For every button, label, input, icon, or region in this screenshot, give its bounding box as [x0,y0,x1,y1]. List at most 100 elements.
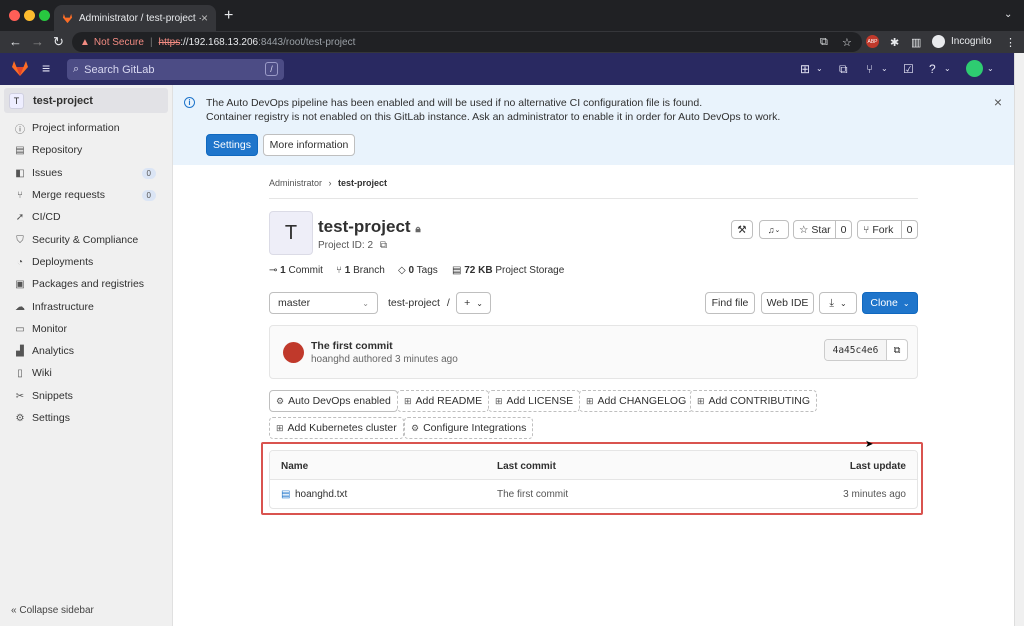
wrench-icon[interactable]: ⚒ [731,220,753,239]
commits-label: Commit [288,265,323,276]
divider [269,198,918,199]
repo-path[interactable]: test-project [388,297,440,309]
sidebar-item-wiki[interactable]: ▯ Wiki [0,362,170,384]
fork-icon: ⑂ [863,223,870,236]
sidebar-item-monitor[interactable]: ▭ Monitor [0,318,170,340]
sidebar-project-header[interactable]: T test-project [4,88,168,113]
sidebar-item-settings[interactable]: ⚙ Settings [0,407,170,429]
auto-devops-enabled-button[interactable]: ⚙ Auto DevOps enabled [269,390,398,412]
storage-stat[interactable]: ▤ 72 KB Project Storage [452,265,564,276]
copy-icon[interactable]: ⧉ [380,240,387,251]
new-tab-button[interactable]: + [224,7,233,25]
notification-bell-dropdown[interactable]: ♫ ⌄ [759,220,789,239]
web-ide-button[interactable]: Web IDE [761,292,814,314]
sidebar-item-security[interactable]: ⛉ Security & Compliance [0,229,170,251]
chart-icon: ▟ [16,345,24,357]
sidebar-item-packages[interactable]: ▣ Packages and registries [0,273,170,295]
chevron-down-icon[interactable]: ⌄ [881,64,888,73]
url-host: ://192.168.13.206 [180,36,259,48]
page-scrollbar[interactable] [1014,53,1024,626]
close-window-icon[interactable] [9,10,20,21]
branch-selector[interactable]: master ⌄ [269,292,378,314]
sidebar-item-merge-requests[interactable]: ⑂ Merge requests 0 [0,184,170,206]
sidebar-item-ci-cd[interactable]: ➚ CI/CD [0,206,170,228]
translate-icon[interactable]: ⧉ [820,36,828,49]
sidepanel-icon[interactable]: ▥ [911,36,921,49]
create-new-icon[interactable]: ⊞ [800,62,810,76]
adblock-icon[interactable]: ABP [866,35,879,48]
issues-icon[interactable]: ⧉ [839,62,848,77]
add-contributing-button[interactable]: ⊞ Add CONTRIBUTING [690,390,818,412]
branches-stat[interactable]: ⑂ 1 Branch [336,265,385,276]
sidebar-item-snippets[interactable]: ✂ Snippets [0,385,170,407]
reload-icon[interactable]: ↻ [53,34,64,50]
settings-button[interactable]: Settings [206,134,258,156]
sidebar-item-deployments[interactable]: ◔ Deployments [0,251,170,273]
avatar[interactable] [283,342,304,363]
sidebar-item-infrastructure[interactable]: ☁ Infrastructure [0,296,170,318]
sidebar-item-repository[interactable]: ▤ Repository [0,139,170,161]
breadcrumb-current[interactable]: test-project [338,178,387,188]
download-dropdown[interactable]: ⤓ ⌄ [819,292,857,314]
gitlab-logo-icon[interactable] [11,60,29,77]
extensions-icon[interactable]: ✱ [890,36,899,49]
tab-close-icon[interactable]: × [201,11,208,25]
find-file-button[interactable]: Find file [705,292,755,314]
breadcrumb-parent[interactable]: Administrator [269,178,322,188]
doc-icon: ▤ [15,144,25,156]
commit-author[interactable]: hoanghd [311,354,350,365]
chevron-down-icon: ⌄ [476,298,483,308]
search-input[interactable]: ⌕ Search GitLab / [67,59,284,80]
chevron-down-icon[interactable]: ⌄ [944,64,951,73]
minimize-window-icon[interactable] [24,10,35,21]
collapse-sidebar-button[interactable]: « Collapse sidebar [11,605,94,616]
quick-action-label: Add CONTRIBUTING [708,395,811,407]
add-changelog-button[interactable]: ⊞ Add CHANGELOG [579,390,694,412]
commit-authored: authored 3 minutes ago [352,354,458,365]
commit-title[interactable]: The first commit [311,340,393,352]
rocket-icon: ➚ [15,211,25,223]
tags-stat[interactable]: ◇ 0 Tags [398,265,438,276]
warning-icon: ▲ [80,36,90,48]
add-kubernetes-cluster-button[interactable]: ⊞ Add Kubernetes cluster [269,417,404,439]
clone-button[interactable]: Clone ⌄ [862,292,918,314]
forward-icon[interactable]: → [31,34,44,49]
help-icon[interactable]: ? [929,62,936,76]
count-badge: 0 [141,167,156,179]
star-count: 0 [835,221,851,238]
add-license-button[interactable]: ⊞ Add LICENSE [488,390,581,412]
add-readme-button[interactable]: ⊞ Add README [397,390,490,412]
maximize-window-icon[interactable] [39,10,50,21]
url-scheme: https [158,36,181,48]
sidebar-item-issues[interactable]: ◧ Issues 0 [0,162,170,184]
sidebar-item-project-information[interactable]: ⓘ Project information [0,117,170,139]
fork-button[interactable]: ⑂ Fork 0 [857,220,918,239]
chevron-down-icon[interactable]: ⌄ [987,64,994,73]
book-icon: ▯ [17,367,23,379]
menu-kebab-icon[interactable]: ⋮ [1005,36,1016,49]
browser-tab[interactable]: Administrator / test-project · G × [54,5,216,31]
merge-requests-icon[interactable]: ⑂ [866,62,873,76]
tags-count: 0 [408,265,415,276]
commits-stat[interactable]: ⊸ 1 Commit [269,265,323,276]
sidebar-item-analytics[interactable]: ▟ Analytics [0,340,170,362]
bookmark-star-icon[interactable]: ☆ [842,36,852,49]
add-to-tree-dropdown[interactable]: + ⌄ [456,292,491,314]
hamburger-menu-icon[interactable]: ≡ [42,60,50,76]
copy-sha-icon[interactable]: ⧉ [886,340,907,360]
todo-icon[interactable]: ☑ [903,62,914,76]
chevron-down-icon[interactable]: ⌄ [816,64,823,73]
sidebar-item-label: CI/CD [32,211,61,223]
configure-integrations-button[interactable]: ⚙ Configure Integrations [404,417,534,439]
last-commit-panel: The first commit hoanghd authored 3 minu… [269,325,918,379]
back-icon[interactable]: ← [9,34,22,49]
address-bar[interactable]: ▲ Not Secure | https ://192.168.13.206 :… [72,32,862,52]
close-icon[interactable]: × [994,94,1002,110]
storage-size: 72 KB [464,265,493,276]
user-avatar[interactable] [966,60,983,77]
commit-sha[interactable]: 4a45c4e6 [825,340,886,360]
star-button[interactable]: ☆ Star 0 [793,220,852,239]
more-information-button[interactable]: More information [263,134,355,156]
chevron-double-left-icon: « [11,605,17,616]
tab-search-icon[interactable]: ⌄ [1004,9,1012,20]
